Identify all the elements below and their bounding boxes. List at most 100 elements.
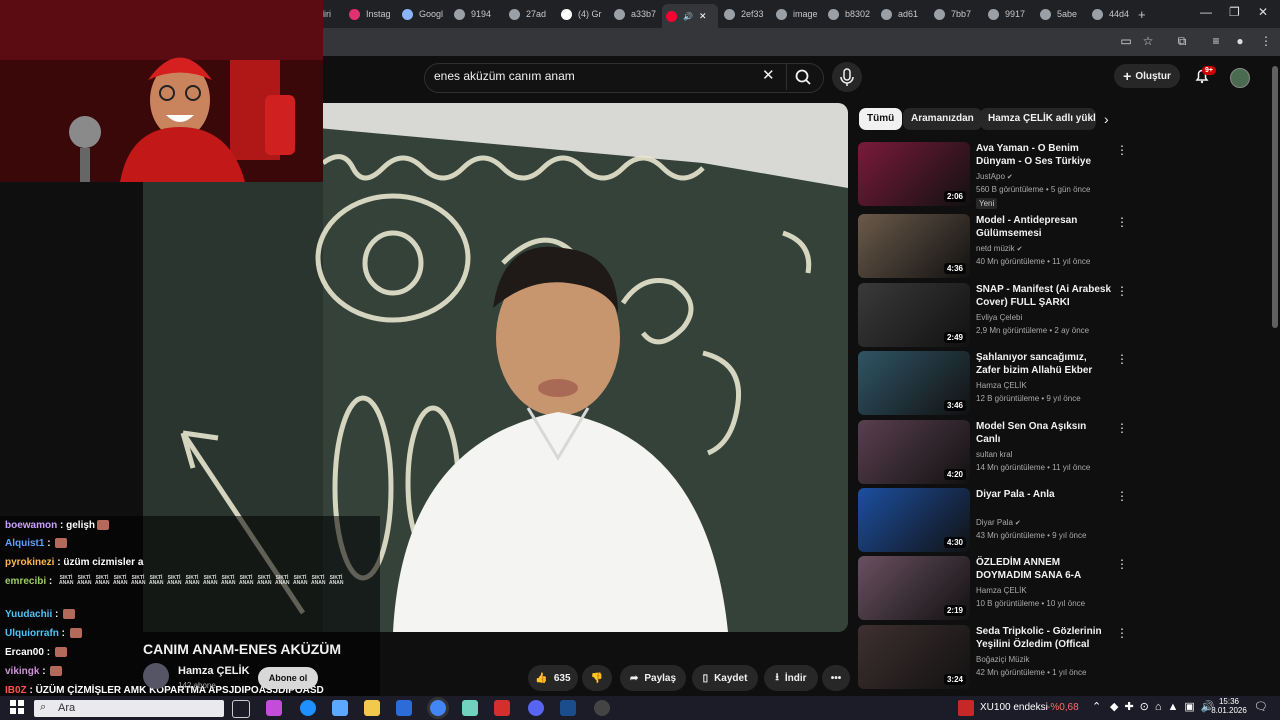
create-button[interactable]: + Oluştur [1114, 64, 1180, 88]
more-options-icon[interactable]: ⋮ [1116, 488, 1128, 504]
chat-username[interactable]: Ercan00 [5, 647, 44, 658]
recommended-video[interactable]: 2:19 ÖZLEDİM ANNEM DOYMADIM SANA 6-A Hamza… [858, 556, 1128, 620]
recommended-title[interactable]: Ava Yaman - O Benim Dünyam - O Ses Türki… [976, 142, 1112, 168]
task-view-icon[interactable] [232, 700, 250, 718]
video-thumbnail[interactable]: 4:36 [858, 214, 970, 278]
chat-username[interactable]: Yuudachii [5, 609, 52, 620]
channel-avatar[interactable] [143, 663, 169, 689]
save-button[interactable]: ▯ Kaydet [692, 665, 758, 691]
recommended-channel[interactable]: Hamza ÇELİK [976, 381, 1027, 390]
minimize-button[interactable]: — [1200, 5, 1212, 19]
browser-tab[interactable]: b8302 [824, 4, 876, 24]
browser-tab[interactable]: 🔊 ✕ [662, 4, 718, 28]
browser-tab[interactable]: 9917 [984, 4, 1036, 24]
video-thumbnail[interactable]: 2:19 [858, 556, 970, 620]
video-thumbnail[interactable]: 3:24 [858, 625, 970, 689]
chat-username[interactable]: emrecibi [5, 576, 46, 587]
search-query[interactable]: enes aküzüm canım anam [434, 69, 575, 83]
recommended-channel[interactable]: Boğaziçi Müzik [976, 655, 1029, 664]
recommended-channel[interactable]: Evliya Çelebi [976, 313, 1022, 322]
voice-search-button[interactable] [832, 62, 862, 92]
more-actions-button[interactable]: ••• [822, 665, 850, 691]
chat-username[interactable]: boewamon [5, 520, 57, 531]
chip-from-search[interactable]: Aramanızdan [903, 108, 982, 130]
maximize-button[interactable]: ❐ [1229, 5, 1240, 19]
recommended-channel[interactable]: netd müzik ✔ [976, 244, 1023, 253]
video-thumbnail[interactable]: 3:46 [858, 351, 970, 415]
recommended-video[interactable]: 4:30 Diyar Pala - Anla Diyar Pala ✔ 43 Mn g… [858, 488, 1128, 552]
browser-tab[interactable]: ad61 [877, 4, 929, 24]
browser-tab[interactable]: a33b7 [610, 4, 662, 24]
recommended-channel[interactable]: sultan kral [976, 450, 1012, 459]
more-options-icon[interactable]: ⋮ [1116, 214, 1128, 230]
chat-username[interactable]: pyrokinezi [5, 557, 54, 568]
more-options-icon[interactable]: ⋮ [1116, 351, 1128, 367]
browser-tab[interactable]: image [772, 4, 824, 24]
recommended-title[interactable]: Seda Tripkolic - Gözlerinin Yeşilini Özl… [976, 625, 1112, 651]
new-tab-button[interactable]: + [1138, 4, 1146, 24]
ticker-name[interactable]: XU100 endeksi [980, 702, 1048, 713]
video-thumbnail[interactable]: 2:06 [858, 142, 970, 206]
share-button[interactable]: ➦ Paylaş [620, 665, 686, 691]
video-thumbnail[interactable]: 4:30 [858, 488, 970, 552]
channel-name[interactable]: Hamza ÇELİK [178, 665, 250, 677]
subscribe-button[interactable]: Abone ol [258, 667, 318, 689]
reading-list-icon[interactable]: ≡ [1208, 33, 1224, 49]
browser-tab[interactable]: Instag [345, 4, 397, 24]
recommended-title[interactable]: SNAP - Manifest (Ai Arabesk Cover) FULL … [976, 283, 1112, 309]
recommended-video[interactable]: 4:20 Model Sen Ona Aşıksın Canlı sultan kr… [858, 420, 1128, 484]
edge-icon[interactable] [300, 700, 316, 716]
browser-tab[interactable]: Googl [398, 4, 450, 24]
extensions-icon[interactable]: ⧉ [1174, 33, 1190, 49]
browser-tab[interactable]: 9194 [450, 4, 502, 24]
chevron-right-icon[interactable]: › [1104, 111, 1109, 127]
recommended-title[interactable]: Model - Antidepresan Gülümsemesi [976, 214, 1112, 240]
tray-chevron-icon[interactable]: ⌃ [1092, 700, 1101, 713]
store-icon[interactable] [332, 700, 348, 716]
recommended-video[interactable]: 2:06 Ava Yaman - O Benim Dünyam - O Ses T… [858, 142, 1128, 209]
chip-all[interactable]: Tümü [859, 108, 903, 130]
browser-tab[interactable]: 44d4 [1088, 4, 1140, 24]
copilot-icon[interactable] [266, 700, 282, 716]
account-avatar[interactable] [1230, 68, 1250, 88]
chat-username[interactable]: IB0Z [5, 685, 27, 696]
recommended-title[interactable]: ÖZLEDİM ANNEM DOYMADIM SANA 6-A [976, 556, 1112, 582]
recommended-video[interactable]: 2:49 SNAP - Manifest (Ai Arabesk Cover) F… [858, 283, 1128, 347]
more-options-icon[interactable]: ⋮ [1116, 556, 1128, 572]
recommended-channel[interactable]: Diyar Pala ✔ [976, 518, 1021, 527]
notepad-icon[interactable] [462, 700, 478, 716]
recommended-title[interactable]: Diyar Pala - Anla [976, 488, 1112, 501]
clear-search-icon[interactable]: ✕ [762, 67, 778, 85]
discord-icon[interactable] [528, 700, 544, 716]
browser-tab[interactable]: 5abe [1036, 4, 1088, 24]
like-button[interactable]: 👍 635 [528, 665, 578, 691]
bookmark-star-icon[interactable]: ☆ [1140, 33, 1156, 49]
system-tray-icons[interactable]: ◆✚⊙⌂▲▣🔊 [1110, 700, 1221, 713]
game-app-icon[interactable] [494, 700, 510, 716]
recommended-title[interactable]: Şahlanıyor sancağımız, Zafer bizim Allah… [976, 351, 1112, 377]
obs-icon[interactable] [594, 700, 610, 716]
tab-audio-icon[interactable]: 🔊 [683, 12, 693, 21]
recommended-title[interactable]: Model Sen Ona Aşıksın Canlı [976, 420, 1112, 446]
recommended-channel[interactable]: JustApo ✔ [976, 172, 1013, 181]
recommended-channel[interactable]: Hamza ÇELİK [976, 586, 1027, 595]
browser-tab[interactable]: 7bb7 [930, 4, 982, 24]
clock[interactable]: 15:36 8.01.2026 [1210, 697, 1248, 715]
chat-username[interactable]: vikingk [5, 666, 39, 677]
taskbar-search[interactable]: ⌕ Ara [34, 700, 224, 717]
download-button[interactable]: ⭳ İndir [764, 665, 818, 691]
browser-tab[interactable]: 27ad [505, 4, 557, 24]
notification-center-icon[interactable]: 🗨 [1254, 700, 1268, 713]
recommended-video[interactable]: 3:24 Seda Tripkolic - Gözlerinin Yeşilini… [858, 625, 1128, 689]
browser-menu-icon[interactable]: ⋮ [1258, 33, 1274, 49]
chat-username[interactable]: Ulquiorrafn [5, 628, 59, 639]
close-window-button[interactable]: ✕ [1258, 5, 1268, 19]
more-options-icon[interactable]: ⋮ [1116, 420, 1128, 436]
more-options-icon[interactable]: ⋮ [1116, 283, 1128, 299]
more-options-icon[interactable]: ⋮ [1116, 625, 1128, 641]
more-options-icon[interactable]: ⋮ [1116, 142, 1128, 158]
chrome-icon[interactable] [430, 700, 446, 716]
video-thumbnail[interactable]: 2:49 [858, 283, 970, 347]
chat-username[interactable]: Alquist1 [5, 538, 44, 549]
browser-tab[interactable]: 2ef33 [720, 4, 772, 24]
